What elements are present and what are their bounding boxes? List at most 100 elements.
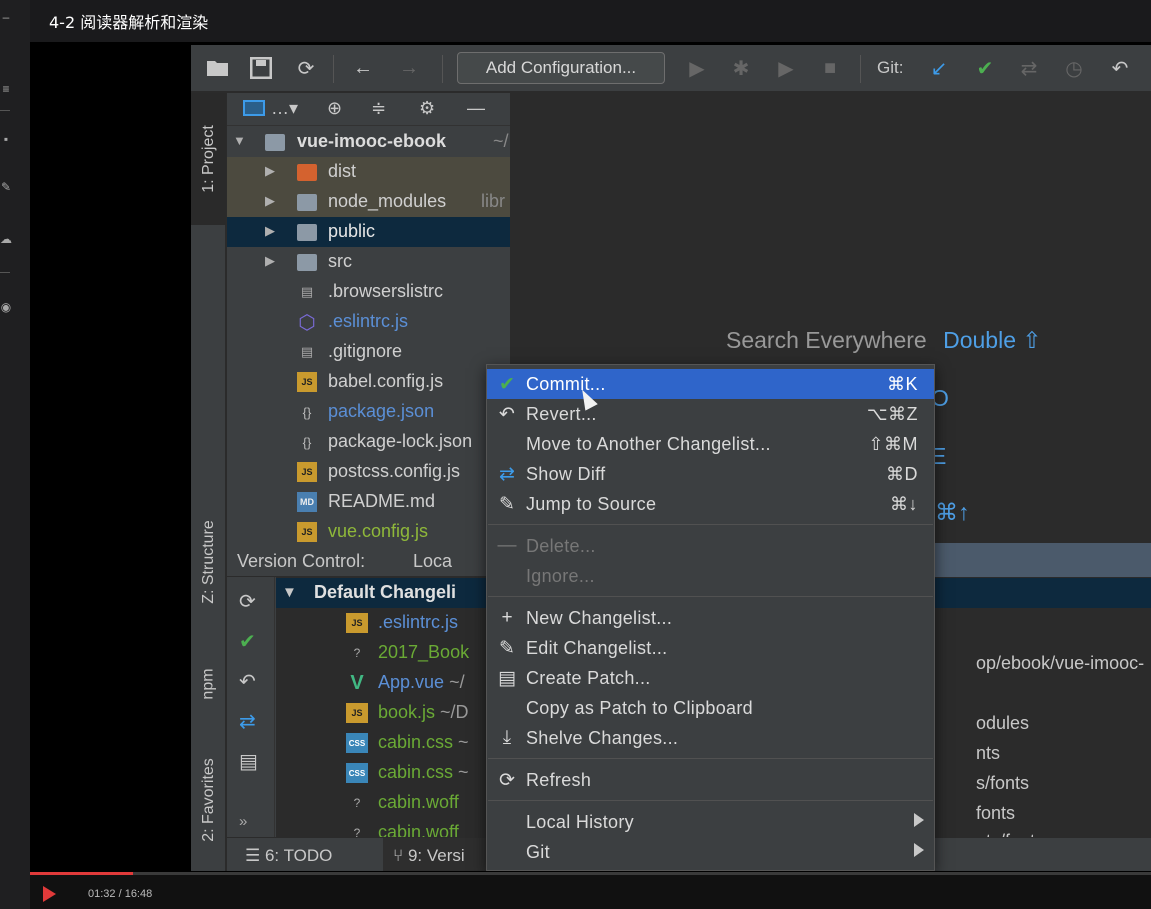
menu-shortcut: ⌥⌘Z: [866, 404, 918, 424]
collapse-all-icon[interactable]: ≑: [371, 98, 386, 119]
tree-item-public[interactable]: ▶ public: [227, 217, 510, 247]
toolbar-divider: [333, 55, 334, 83]
coverage-icon[interactable]: ▶: [771, 53, 801, 83]
item-label: src: [328, 251, 352, 271]
list-icon[interactable]: ≡: [0, 82, 12, 96]
menu-item-edit-changelist[interactable]: ✎ Edit Changelist...: [487, 633, 934, 663]
js-file-icon: JS: [346, 703, 368, 723]
menu-item-delete[interactable]: — Delete...: [487, 531, 934, 561]
collapsed-arrow-icon[interactable]: ▶: [265, 163, 275, 179]
path-fragment: s/fonts: [976, 773, 1030, 793]
changelist-icon[interactable]: ▤: [239, 749, 258, 774]
tab-structure[interactable]: Z: Structure: [191, 497, 226, 627]
back-arrow-icon[interactable]: ←: [348, 53, 378, 83]
menu-item-refresh[interactable]: ⟳ Refresh: [487, 765, 934, 795]
gear-icon[interactable]: ⚙: [419, 98, 435, 119]
js-file-icon: JS: [297, 522, 317, 542]
avatar-icon[interactable]: ◉: [0, 300, 12, 314]
project-view-icon[interactable]: [243, 100, 265, 116]
run-icon[interactable]: ▶: [682, 53, 712, 83]
forward-arrow-icon[interactable]: →: [394, 53, 424, 83]
tree-item-node-modules[interactable]: ▶ node_modules libr: [227, 187, 510, 217]
item-label: README.md: [328, 491, 436, 511]
locate-target-icon[interactable]: ⊕: [327, 98, 342, 119]
view-dropdown-icon[interactable]: …▾: [271, 98, 298, 119]
collapsed-arrow-icon[interactable]: ▶: [265, 223, 275, 239]
tree-item-postcss-config[interactable]: JS postcss.config.js: [227, 457, 510, 487]
browser-left-strip: – ≡ ▪ ✎ ☁ ◉: [0, 0, 30, 909]
expanded-arrow-icon[interactable]: ▼: [233, 133, 246, 148]
tab-npm[interactable]: npm: [191, 649, 226, 719]
file-path: ~/D: [435, 702, 469, 722]
git-history-clock-icon[interactable]: ◷: [1059, 53, 1089, 83]
file-label: 2017_Book: [378, 642, 470, 662]
more-icon[interactable]: »: [239, 813, 247, 830]
menu-item-move-changelist[interactable]: Move to Another Changelist... ⇧⌘M: [487, 429, 934, 459]
tree-item-babel-config[interactable]: JS babel.config.js: [227, 367, 510, 397]
commit-check-icon[interactable]: ✔: [239, 629, 256, 654]
menu-item-shelve[interactable]: ⤓ Shelve Changes...: [487, 723, 934, 753]
add-configuration-button[interactable]: Add Configuration...: [457, 52, 665, 84]
expanded-arrow-icon[interactable]: ▼: [282, 584, 297, 601]
minus-icon[interactable]: –: [0, 10, 12, 24]
menu-item-jump-to-source[interactable]: ✎ Jump to Source ⌘↓: [487, 489, 934, 519]
tree-item-gitignore[interactable]: ▤ .gitignore: [227, 337, 510, 367]
text-file-icon: ▤: [300, 284, 314, 299]
plus-icon: +: [501, 607, 513, 628]
file-path: ~: [453, 762, 469, 782]
menu-separator: [488, 758, 933, 759]
tab-todo[interactable]: ☰ 6: TODO: [245, 846, 332, 866]
tree-item-readme[interactable]: MD README.md: [227, 487, 510, 517]
menu-item-local-history[interactable]: Local History: [487, 807, 934, 837]
git-commit-check-icon[interactable]: ✔: [970, 53, 1000, 83]
stop-icon[interactable]: ■: [815, 53, 845, 83]
ide-toolbar: ⟳ ← → Add Configuration... ▶ ✱ ▶ ■ Git: …: [191, 45, 1151, 92]
tree-root[interactable]: ▼ vue-imooc-ebook ~/: [227, 127, 510, 157]
chat-icon[interactable]: ▪: [0, 132, 12, 146]
save-icon[interactable]: [246, 53, 276, 83]
menu-item-copy-patch[interactable]: Copy as Patch to Clipboard: [487, 693, 934, 723]
folder-icon: [297, 252, 317, 272]
git-update-icon[interactable]: ↙: [924, 53, 954, 83]
play-icon[interactable]: [43, 886, 56, 902]
collapsed-arrow-icon[interactable]: ▶: [265, 193, 275, 209]
menu-shortcut: ⌘K: [886, 374, 918, 394]
diff-icon[interactable]: ⇄: [239, 709, 256, 734]
collapsed-arrow-icon[interactable]: ▶: [265, 253, 275, 269]
menu-item-commit[interactable]: ✔ Commit... ⌘K: [487, 369, 934, 399]
file-name: cabin.css: [378, 762, 454, 782]
item-label: public: [328, 221, 376, 241]
menu-item-git[interactable]: Git: [487, 837, 934, 867]
menu-item-create-patch[interactable]: ▤ Create Patch...: [487, 663, 934, 693]
menu-item-ignore[interactable]: Ignore...: [487, 561, 934, 591]
tab-project[interactable]: 1: Project: [191, 93, 226, 225]
rollback-icon[interactable]: ↶: [239, 669, 256, 694]
tree-item-browserslistrc[interactable]: ▤ .browserslistrc: [227, 277, 510, 307]
menu-item-revert[interactable]: ↶ Revert... ⌥⌘Z: [487, 399, 934, 429]
tree-item-dist[interactable]: ▶ dist: [227, 157, 510, 187]
hide-panel-icon[interactable]: —: [467, 98, 485, 119]
menu-item-new-changelist[interactable]: + New Changelist...: [487, 603, 934, 633]
menu-shortcut: ⌘D: [886, 464, 918, 484]
tab-favorites[interactable]: 2: Favorites: [191, 735, 226, 865]
tree-item-eslintrc[interactable]: ⬡ .eslintrc.js: [227, 307, 510, 337]
refresh-icon[interactable]: ⟳: [239, 589, 256, 614]
open-folder-icon[interactable]: [203, 53, 233, 83]
tab-local-changes[interactable]: Loca: [413, 551, 452, 572]
vc-toolbar: ⟳ ✔ ↶ ⇄ ▤ »: [227, 577, 275, 837]
menu-item-show-diff[interactable]: ⇄ Show Diff ⌘D: [487, 459, 934, 489]
folder-icon: [297, 222, 317, 242]
json-file-icon: {}: [302, 434, 312, 450]
git-compare-icon[interactable]: ⇄: [1014, 53, 1044, 83]
tree-item-src[interactable]: ▶ src: [227, 247, 510, 277]
debug-bug-icon[interactable]: ✱: [726, 53, 756, 83]
rollback-icon[interactable]: ↶: [1105, 53, 1135, 83]
edit-icon[interactable]: ✎: [0, 180, 12, 194]
item-extra: libr: [481, 191, 506, 211]
sync-icon[interactable]: ⟳: [291, 53, 321, 83]
cloud-icon[interactable]: ☁: [0, 232, 12, 246]
tree-item-package-json[interactable]: {} package.json: [227, 397, 510, 427]
tree-item-package-lock[interactable]: {} package-lock.json: [227, 427, 510, 457]
video-controls: [30, 875, 1151, 909]
diff-icon: ⇄: [499, 463, 515, 485]
